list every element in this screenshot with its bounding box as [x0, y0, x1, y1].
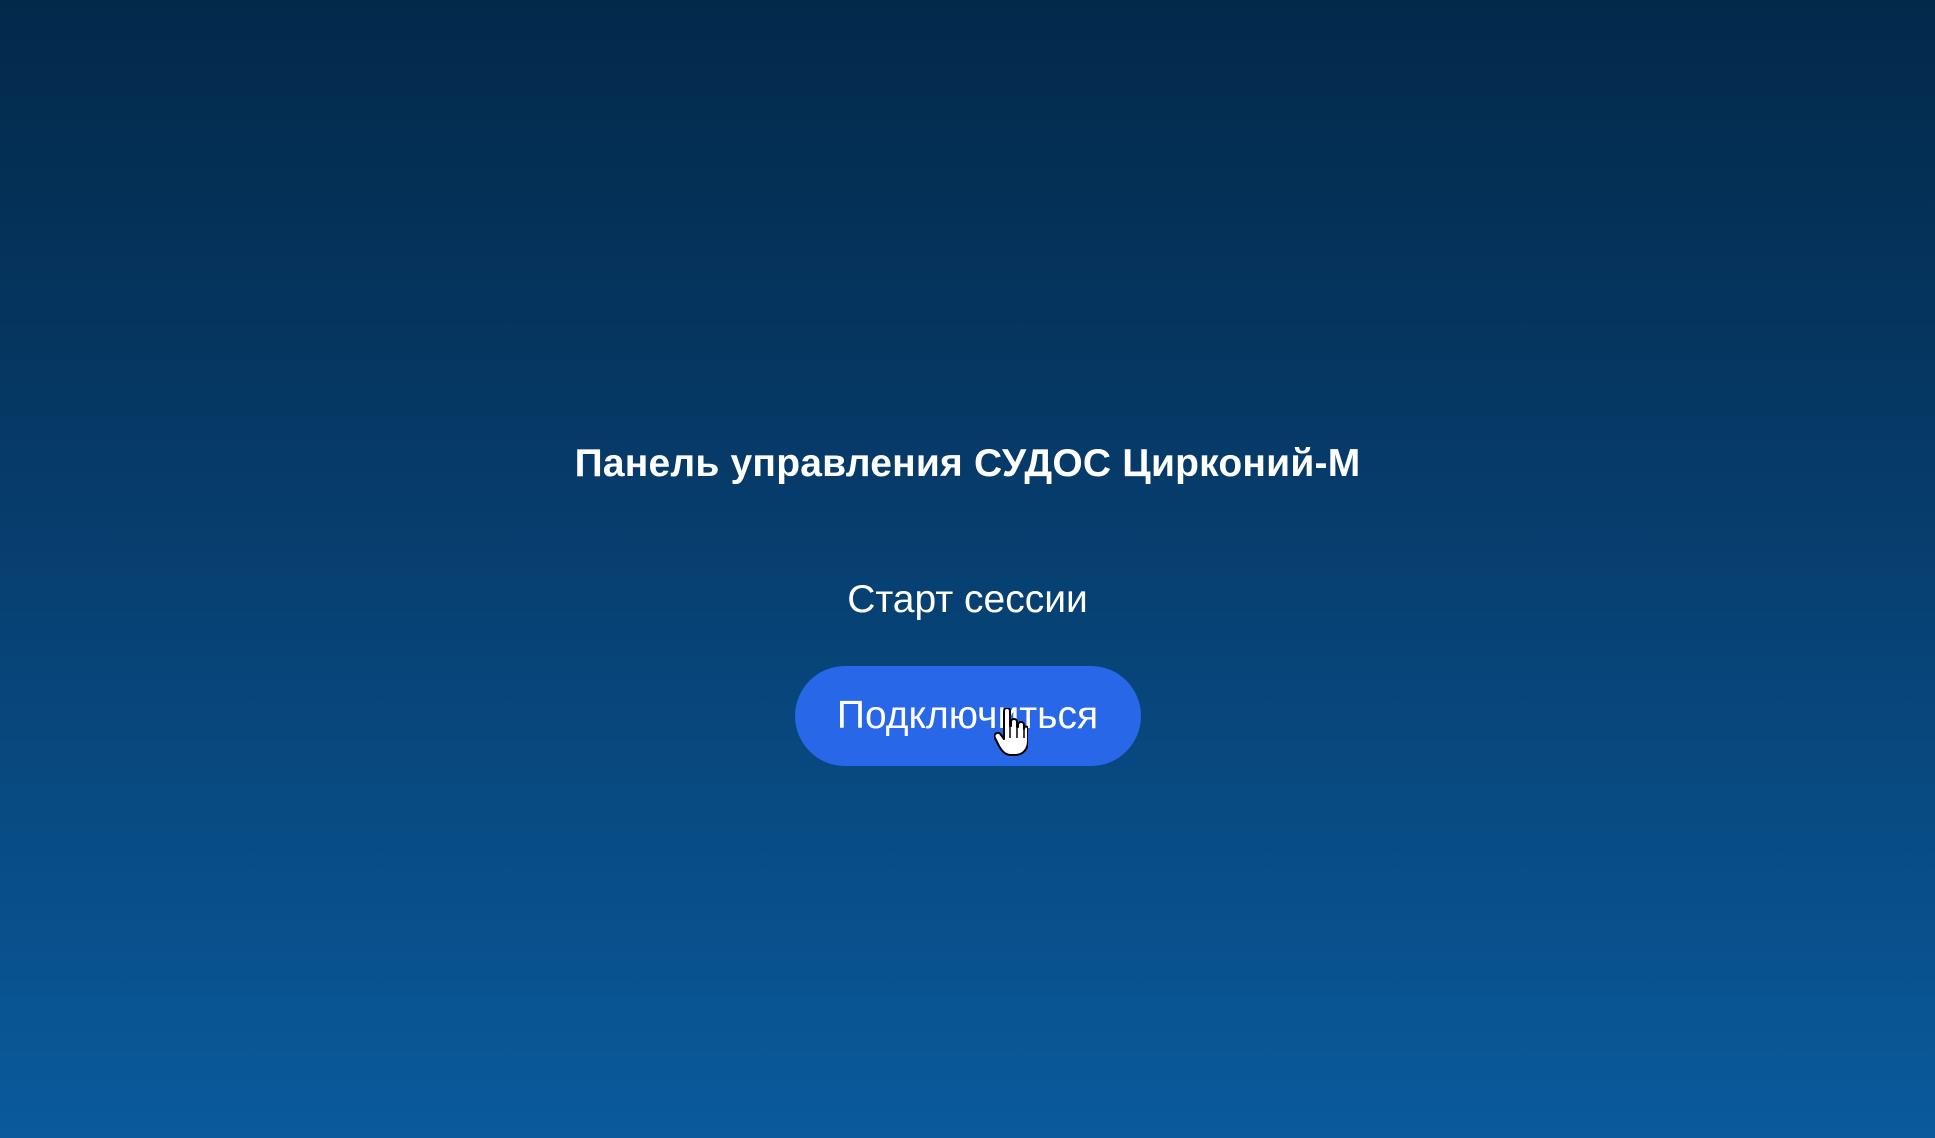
session-start-label: Старт сессии [847, 578, 1088, 621]
connect-button-label: Подключиться [836, 694, 1099, 737]
page-title: Панель управления СУДОС Цирконий-М [574, 442, 1361, 485]
login-panel: Панель управления СУДОС Цирконий-М Старт… [0, 436, 1935, 766]
hand-pointer-icon [993, 708, 1028, 756]
connect-button[interactable]: Подключиться [794, 666, 1141, 766]
